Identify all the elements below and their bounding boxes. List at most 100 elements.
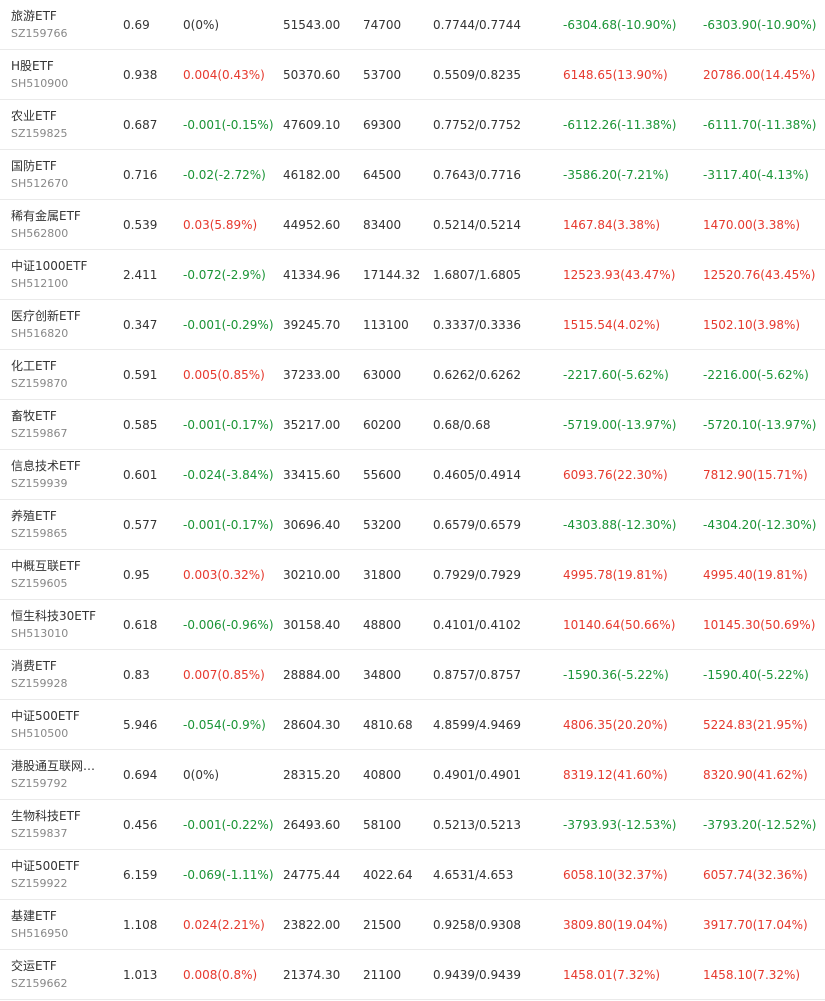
table-row[interactable]: 交运ETF SZ159662 1.013 0.008(0.8%) 21374.3…	[0, 950, 825, 1000]
etf-name-link[interactable]: 信息技术ETF	[11, 458, 103, 474]
table-row[interactable]: H股ETF SH510900 0.938 0.004(0.43%) 50370.…	[0, 50, 825, 100]
table-row[interactable]: 化工ETF SZ159870 0.591 0.005(0.85%) 37233.…	[0, 350, 825, 400]
nav-cell: 0.7744/0.7744	[433, 17, 522, 32]
name-cell[interactable]: 中证500ETF SH510500	[11, 700, 111, 749]
shares-cell: 4810.68	[363, 717, 413, 732]
amount-cell: 51543.00	[283, 17, 341, 32]
table-row[interactable]: 恒生科技30ETF SH513010 0.618 -0.006(-0.96%) …	[0, 600, 825, 650]
name-cell[interactable]: 农业ETF SZ159825	[11, 100, 111, 149]
flow2-cell: -3117.40(-4.13%)	[703, 167, 809, 182]
table-row[interactable]: 港股通互联网… SZ159792 0.694 0(0%) 28315.20 40…	[0, 750, 825, 800]
amount-cell: 50370.60	[283, 67, 341, 82]
name-cell[interactable]: 中概互联ETF SZ159605	[11, 550, 111, 599]
flow1-cell: -3793.93(-12.53%)	[563, 817, 677, 832]
name-cell[interactable]: 稀有金属ETF SH562800	[11, 200, 111, 249]
table-row[interactable]: 畜牧ETF SZ159867 0.585 -0.001(-0.17%) 3521…	[0, 400, 825, 450]
name-cell[interactable]: 畜牧ETF SZ159867	[11, 400, 111, 449]
table-row[interactable]: 中概互联ETF SZ159605 0.95 0.003(0.32%) 30210…	[0, 550, 825, 600]
change-cell: -0.072(-2.9%)	[183, 267, 266, 282]
etf-name-link[interactable]: 畜牧ETF	[11, 408, 103, 424]
flow1-cell: 4995.78(19.81%)	[563, 567, 668, 582]
etf-name-link[interactable]: H股ETF	[11, 58, 103, 74]
etf-name-link[interactable]: 养殖ETF	[11, 508, 103, 524]
table-row[interactable]: 生物科技ETF SZ159837 0.456 -0.001(-0.22%) 26…	[0, 800, 825, 850]
name-cell[interactable]: 中证1000ETF SH512100	[11, 250, 111, 299]
change-cell: -0.001(-0.22%)	[183, 817, 274, 832]
etf-name-link[interactable]: 旅游ETF	[11, 8, 103, 24]
table-row[interactable]: 医疗创新ETF SH516820 0.347 -0.001(-0.29%) 39…	[0, 300, 825, 350]
name-cell[interactable]: 交运ETF SZ159662	[11, 950, 111, 999]
nav-cell: 0.7643/0.7716	[433, 167, 522, 182]
amount-cell: 23822.00	[283, 917, 341, 932]
etf-name-link[interactable]: 中证500ETF	[11, 858, 103, 874]
etf-name-link[interactable]: 恒生科技30ETF	[11, 608, 103, 624]
table-row[interactable]: 国防ETF SH512670 0.716 -0.02(-2.72%) 46182…	[0, 150, 825, 200]
change-cell: 0.024(2.21%)	[183, 917, 265, 932]
flow1-cell: 10140.64(50.66%)	[563, 617, 676, 632]
table-row[interactable]: 稀有金属ETF SH562800 0.539 0.03(5.89%) 44952…	[0, 200, 825, 250]
shares-cell: 69300	[363, 117, 402, 132]
etf-name-link[interactable]: 消费ETF	[11, 658, 103, 674]
flow1-cell: 6058.10(32.37%)	[563, 867, 668, 882]
name-cell[interactable]: 中证500ETF SZ159922	[11, 850, 111, 899]
table-row[interactable]: 中证500ETF SH510500 5.946 -0.054(-0.9%) 28…	[0, 700, 825, 750]
etf-code: SH562800	[11, 227, 69, 240]
flow2-cell: 5224.83(21.95%)	[703, 717, 808, 732]
shares-cell: 55600	[363, 467, 402, 482]
table-row[interactable]: 旅游ETF SZ159766 0.69 0(0%) 51543.00 74700…	[0, 0, 825, 50]
etf-name-link[interactable]: 稀有金属ETF	[11, 208, 103, 224]
table-row[interactable]: 中证1000ETF SH512100 2.411 -0.072(-2.9%) 4…	[0, 250, 825, 300]
nav-cell: 0.5213/0.5213	[433, 817, 522, 832]
etf-name-link[interactable]: 中证1000ETF	[11, 258, 103, 274]
table-row[interactable]: 基建ETF SH516950 1.108 0.024(2.21%) 23822.…	[0, 900, 825, 950]
shares-cell: 4022.64	[363, 867, 413, 882]
table-row[interactable]: 信息技术ETF SZ159939 0.601 -0.024(-3.84%) 33…	[0, 450, 825, 500]
price-cell: 0.456	[123, 817, 158, 832]
price-cell: 0.601	[123, 467, 158, 482]
table-row[interactable]: 中证500ETF SZ159922 6.159 -0.069(-1.11%) 2…	[0, 850, 825, 900]
change-cell: 0.004(0.43%)	[183, 67, 265, 82]
etf-name-link[interactable]: 交运ETF	[11, 958, 103, 974]
etf-name-link[interactable]: 农业ETF	[11, 108, 103, 124]
etf-name-link[interactable]: 国防ETF	[11, 158, 103, 174]
table-row[interactable]: 农业ETF SZ159825 0.687 -0.001(-0.15%) 4760…	[0, 100, 825, 150]
name-cell[interactable]: 养殖ETF SZ159865	[11, 500, 111, 549]
etf-name-link[interactable]: 基建ETF	[11, 908, 103, 924]
name-cell[interactable]: 基建ETF SH516950	[11, 900, 111, 949]
amount-cell: 24775.44	[283, 867, 341, 882]
shares-cell: 63000	[363, 367, 402, 382]
name-cell[interactable]: H股ETF SH510900	[11, 50, 111, 99]
nav-cell: 0.4605/0.4914	[433, 467, 522, 482]
name-cell[interactable]: 国防ETF SH512670	[11, 150, 111, 199]
table-row[interactable]: 养殖ETF SZ159865 0.577 -0.001(-0.17%) 3069…	[0, 500, 825, 550]
etf-code: SZ159867	[11, 427, 68, 440]
flow1-cell: 6093.76(22.30%)	[563, 467, 668, 482]
etf-name-link[interactable]: 港股通互联网…	[11, 758, 103, 774]
name-cell[interactable]: 化工ETF SZ159870	[11, 350, 111, 399]
flow2-cell: 4995.40(19.81%)	[703, 567, 808, 582]
etf-name-link[interactable]: 化工ETF	[11, 358, 103, 374]
shares-cell: 83400	[363, 217, 402, 232]
etf-name-link[interactable]: 医疗创新ETF	[11, 308, 103, 324]
shares-cell: 113100	[363, 317, 409, 332]
shares-cell: 53200	[363, 517, 402, 532]
name-cell[interactable]: 生物科技ETF SZ159837	[11, 800, 111, 849]
shares-cell: 17144.32	[363, 267, 421, 282]
price-cell: 0.577	[123, 517, 158, 532]
etf-code: SH513010	[11, 627, 69, 640]
name-cell[interactable]: 港股通互联网… SZ159792	[11, 750, 111, 799]
nav-cell: 0.7929/0.7929	[433, 567, 522, 582]
name-cell[interactable]: 医疗创新ETF SH516820	[11, 300, 111, 349]
nav-cell: 0.8757/0.8757	[433, 667, 522, 682]
nav-cell: 4.6531/4.653	[433, 867, 514, 882]
name-cell[interactable]: 信息技术ETF SZ159939	[11, 450, 111, 499]
name-cell[interactable]: 旅游ETF SZ159766	[11, 0, 111, 49]
etf-name-link[interactable]: 中证500ETF	[11, 708, 103, 724]
table-row[interactable]: 消费ETF SZ159928 0.83 0.007(0.85%) 28884.0…	[0, 650, 825, 700]
name-cell[interactable]: 消费ETF SZ159928	[11, 650, 111, 699]
etf-name-link[interactable]: 中概互联ETF	[11, 558, 103, 574]
etf-name-link[interactable]: 生物科技ETF	[11, 808, 103, 824]
amount-cell: 30158.40	[283, 617, 341, 632]
price-cell: 0.694	[123, 767, 158, 782]
name-cell[interactable]: 恒生科技30ETF SH513010	[11, 600, 111, 649]
